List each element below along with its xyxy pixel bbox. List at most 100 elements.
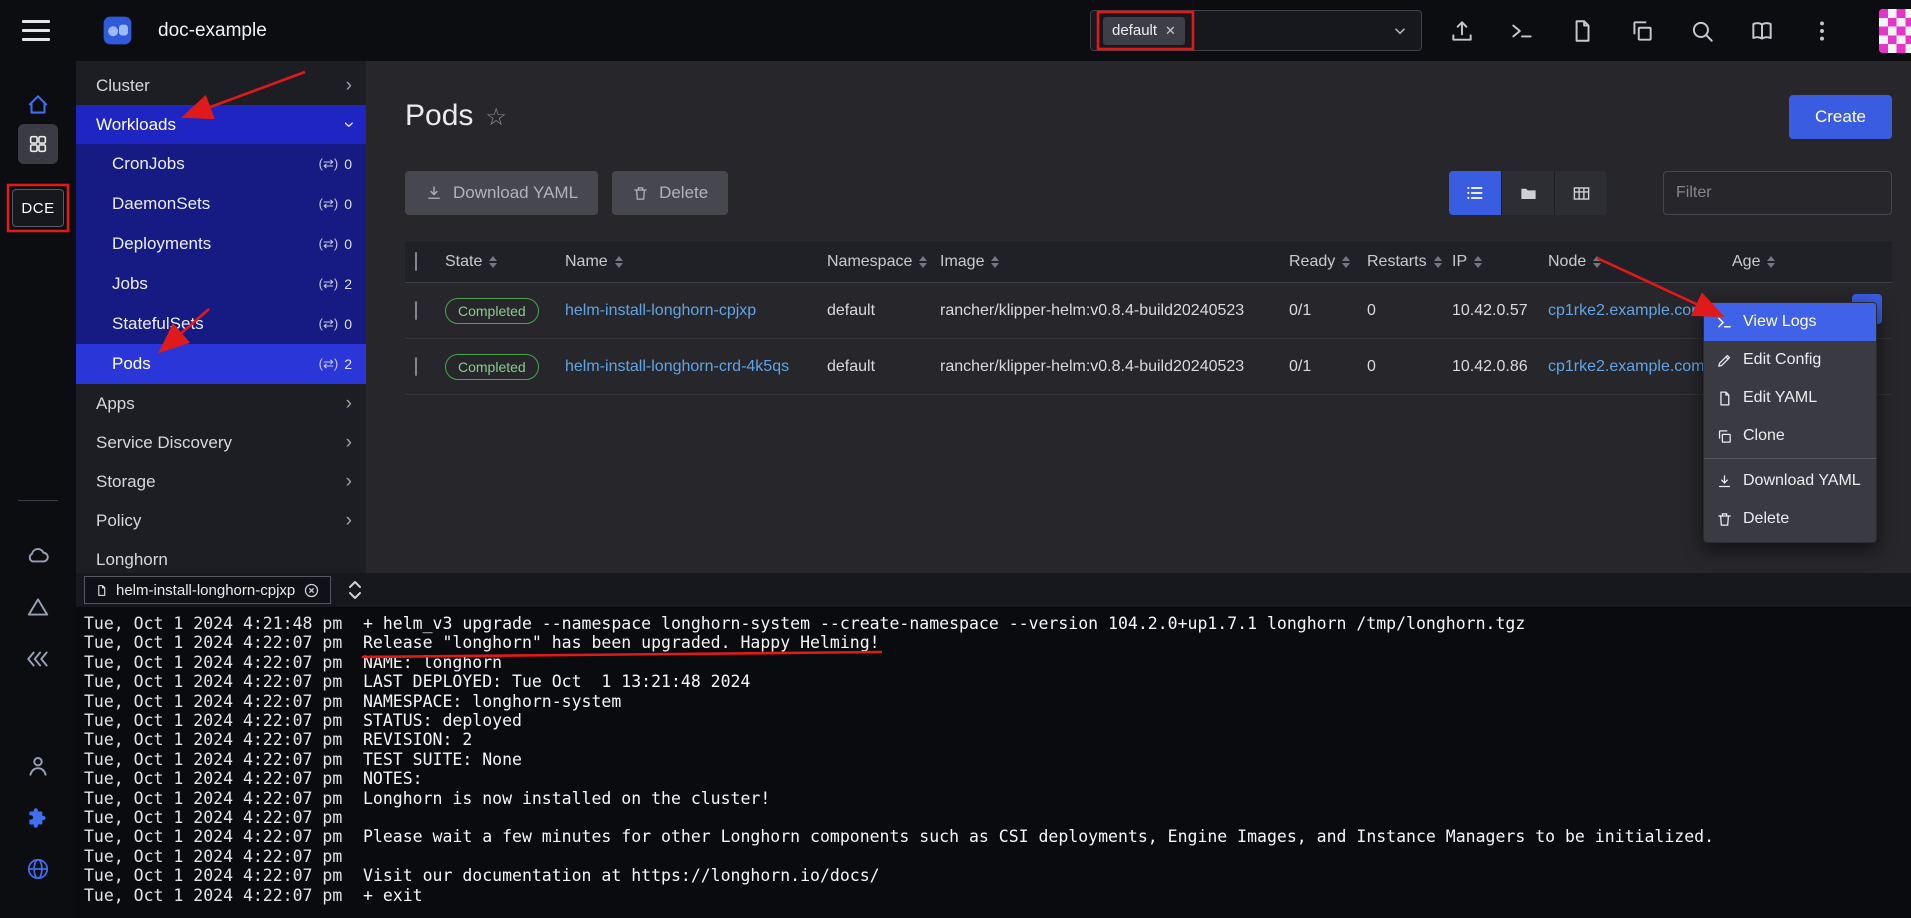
select-all-checkbox[interactable] (415, 252, 417, 271)
favorite-star-icon[interactable]: ☆ (485, 103, 507, 132)
resource-count: (⇄)0 (319, 316, 352, 332)
cloud-icon[interactable] (25, 543, 51, 569)
sidebar-group-workloads[interactable]: Workloads › (76, 105, 366, 144)
log-message: NAMESPACE: longhorn-system (363, 692, 621, 711)
namespace-filter-select[interactable]: default ✕ (1090, 10, 1422, 51)
sidebar-item-cluster[interactable]: Cluster › (76, 66, 366, 105)
header-namespace[interactable]: Namespace (827, 253, 940, 271)
list-view-button[interactable] (1449, 171, 1501, 215)
header-node[interactable]: Node (1548, 253, 1732, 271)
fleet-waves-icon[interactable] (25, 646, 51, 672)
log-timestamp: Tue, Oct 1 2024 4:22:07 pm (84, 866, 363, 885)
log-output[interactable]: Tue, Oct 1 2024 4:21:48 pm+ helm_v3 upgr… (76, 607, 1911, 905)
sidebar-item-statefulsets[interactable]: StatefulSets (⇄)0 (76, 304, 366, 344)
log-message: + exit (363, 886, 423, 905)
search-icon[interactable] (1689, 18, 1715, 44)
header-ip[interactable]: IP (1452, 253, 1548, 271)
log-timestamp: Tue, Oct 1 2024 4:22:07 pm (84, 789, 363, 808)
sidebar-item-service-discovery[interactable]: Service Discovery › (76, 423, 366, 462)
chevron-right-icon: › (346, 472, 352, 491)
users-icon[interactable] (25, 753, 51, 779)
import-yaml-icon[interactable] (1449, 18, 1475, 44)
topbar: doc-example default ✕ (0, 0, 1911, 61)
sidebar-item-longhorn[interactable]: Longhorn (76, 540, 366, 573)
topbar-icons (1449, 0, 1911, 61)
log-tab-bar: helm-install-longhorn-cpjxp (76, 573, 1911, 607)
filter-input[interactable] (1663, 171, 1892, 215)
header-restarts[interactable]: Restarts (1367, 253, 1452, 271)
sidebar-item-storage[interactable]: Storage › (76, 462, 366, 501)
list-view-icon (1465, 183, 1485, 203)
kubectl-shell-icon[interactable] (1509, 18, 1535, 44)
cluster-manager-icon[interactable] (18, 124, 58, 164)
log-timestamp: Tue, Oct 1 2024 4:22:07 pm (84, 711, 363, 730)
pod-name-link[interactable]: helm-install-longhorn-cpjxp (565, 302, 827, 320)
copy-kubeconfig-icon[interactable] (1629, 18, 1655, 44)
menu-item-clone[interactable]: Clone (1704, 417, 1876, 455)
pod-name-link[interactable]: helm-install-longhorn-crd-4k5qs (565, 358, 827, 376)
kebab-menu-icon[interactable] (1809, 18, 1835, 44)
row-checkbox[interactable] (415, 301, 417, 320)
sidebar-item-daemonsets[interactable]: DaemonSets (⇄)0 (76, 184, 366, 224)
download-icon (425, 184, 443, 202)
log-line: Tue, Oct 1 2024 4:22:07 pm (84, 847, 1911, 866)
user-avatar[interactable] (1879, 9, 1911, 53)
sidebar-item-label: Apps (96, 394, 135, 414)
globe-icon[interactable] (25, 856, 51, 882)
namespace-chip-remove-icon[interactable]: ✕ (1165, 23, 1176, 39)
create-button[interactable]: Create (1789, 95, 1892, 139)
log-timestamp: Tue, Oct 1 2024 4:22:07 pm (84, 847, 363, 866)
sidebar-item-deployments[interactable]: Deployments (⇄)0 (76, 224, 366, 264)
home-icon[interactable] (25, 92, 51, 118)
table-row: Completed helm-install-longhorn-cpjxp de… (405, 283, 1892, 339)
count-value: 0 (344, 156, 352, 172)
kubeconfig-file-icon[interactable] (1569, 18, 1595, 44)
log-message: LAST DEPLOYED: Tue Oct 1 13:21:48 2024 (363, 672, 750, 691)
edit-pencil-icon (1716, 352, 1733, 369)
close-icon[interactable] (303, 582, 320, 599)
header-name[interactable]: Name (565, 253, 827, 271)
cell-restarts: 0 (1367, 358, 1452, 376)
log-line: Tue, Oct 1 2024 4:22:07 pmNAMESPACE: lon… (84, 692, 1911, 711)
hamburger-menu-icon[interactable] (22, 20, 50, 41)
sidebar-item-apps[interactable]: Apps › (76, 384, 366, 423)
namespace-chip[interactable]: default ✕ (1103, 17, 1185, 45)
row-checkbox[interactable] (415, 357, 417, 376)
header-image[interactable]: Image (940, 253, 1289, 271)
sidebar-item-pods[interactable]: Pods (⇄)2 (76, 344, 366, 384)
menu-item-label: Clone (1743, 427, 1785, 445)
delete-button[interactable]: Delete (612, 171, 728, 215)
extensions-puzzle-icon[interactable] (25, 805, 51, 831)
cell-image: rancher/klipper-helm:v0.8.4-build2024052… (940, 302, 1289, 320)
table-view-button[interactable] (1555, 171, 1607, 215)
count-value: 0 (344, 196, 352, 212)
sidebar-item-label: CronJobs (112, 154, 185, 174)
header-ready[interactable]: Ready (1289, 253, 1367, 271)
log-line: Tue, Oct 1 2024 4:22:07 pm+ exit (84, 886, 1911, 905)
docs-book-icon[interactable] (1749, 18, 1775, 44)
cluster-badge[interactable]: DCE (12, 189, 64, 227)
page-title: Pods (405, 99, 473, 133)
sidebar-group-label: Workloads (96, 115, 176, 135)
group-view-button[interactable] (1502, 171, 1554, 215)
log-tab[interactable]: helm-install-longhorn-cpjxp (84, 576, 331, 604)
trash-icon (1716, 511, 1733, 528)
menu-item-view-logs[interactable]: View Logs (1704, 303, 1876, 341)
sidebar-item-cronjobs[interactable]: CronJobs (⇄)0 (76, 144, 366, 184)
menu-item-download-yaml[interactable]: Download YAML (1704, 462, 1876, 500)
app-logo-icon[interactable] (100, 13, 135, 48)
log-timestamp: Tue, Oct 1 2024 4:22:07 pm (84, 769, 363, 788)
header-age[interactable]: Age (1732, 253, 1892, 271)
header-state[interactable]: State (445, 253, 565, 271)
download-yaml-button[interactable]: Download YAML (405, 171, 598, 215)
sidebar-item-policy[interactable]: Policy › (76, 501, 366, 540)
sidebar-item-label: Deployments (112, 234, 211, 254)
alert-triangle-icon[interactable] (25, 594, 51, 620)
menu-item-edit-yaml[interactable]: Edit YAML (1704, 379, 1876, 417)
count-value: 0 (344, 316, 352, 332)
menu-item-delete[interactable]: Delete (1704, 500, 1876, 538)
cell-ip: 10.42.0.86 (1452, 358, 1548, 376)
menu-item-edit-config[interactable]: Edit Config (1704, 341, 1876, 379)
panel-resize-handle[interactable] (345, 578, 365, 602)
sidebar-item-jobs[interactable]: Jobs (⇄)2 (76, 264, 366, 304)
